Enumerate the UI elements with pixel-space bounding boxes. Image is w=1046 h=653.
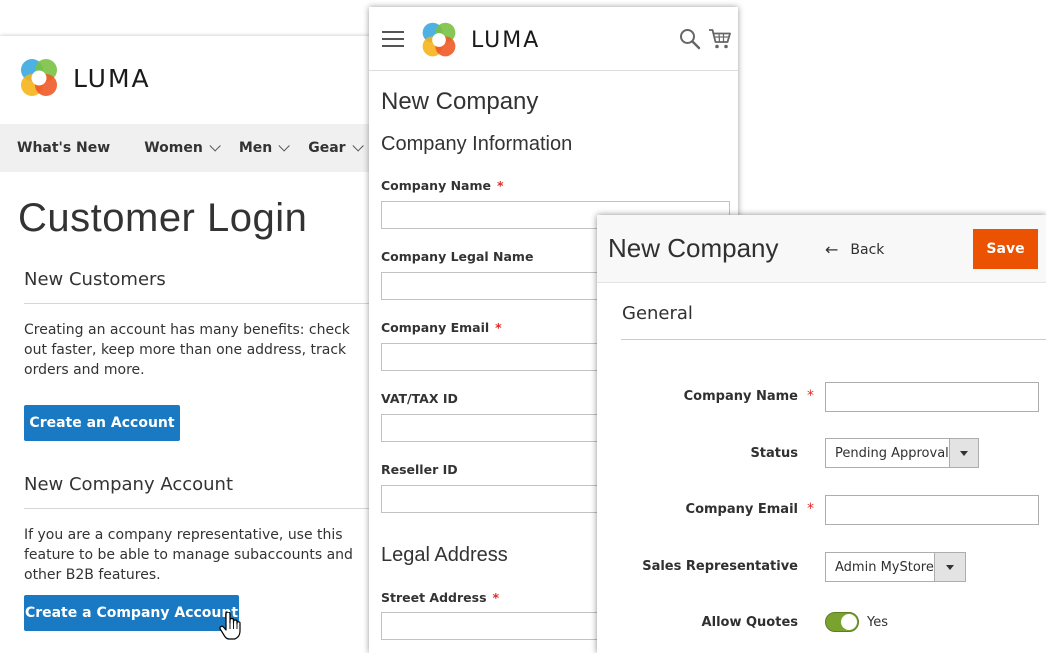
allow-quotes-value: Yes xyxy=(867,615,888,630)
luma-logo-icon xyxy=(21,59,57,96)
page-title: Customer Login xyxy=(18,196,308,240)
page-title: New Company xyxy=(608,233,779,263)
company-name-label: Company Name * xyxy=(381,178,504,193)
luma-logo[interactable]: LUMA xyxy=(17,56,151,100)
sales-representative-label: Sales Representative xyxy=(642,559,798,574)
divider xyxy=(24,508,380,509)
hamburger-icon[interactable] xyxy=(382,31,404,49)
new-customers-title: New Customers xyxy=(24,269,166,290)
company-name-input[interactable] xyxy=(825,382,1039,412)
company-information-title: Company Information xyxy=(381,133,573,155)
label-text: VAT/TAX ID xyxy=(381,391,458,406)
company-email-input[interactable] xyxy=(825,495,1039,525)
status-select[interactable]: Pending Approval xyxy=(825,438,979,468)
label-text: Reseller ID xyxy=(381,462,458,477)
allow-quotes-toggle[interactable] xyxy=(825,612,859,632)
admin-page-header: New Company ← Back Save xyxy=(597,215,1046,283)
logo-text: LUMA xyxy=(73,63,151,93)
required-marker: * xyxy=(492,590,500,605)
required-marker: * xyxy=(807,501,814,517)
divider xyxy=(24,303,380,304)
divider xyxy=(621,339,1046,340)
admin-new-company-panel: New Company ← Back Save General Company … xyxy=(597,215,1046,653)
chevron-down-icon xyxy=(948,439,978,467)
nav-label: Gear xyxy=(308,140,346,156)
label-text: Street Address xyxy=(381,590,487,605)
reseller-id-label: Reseller ID xyxy=(381,462,458,477)
nav-item-gear[interactable]: Gear xyxy=(308,140,364,156)
mobile-header: LUMA xyxy=(369,7,738,71)
chevron-down-icon xyxy=(278,140,290,152)
label-text: Company Legal Name xyxy=(381,249,534,264)
nav-label: Men xyxy=(238,140,273,156)
required-marker: * xyxy=(496,178,504,193)
nav-label: Women xyxy=(144,140,203,156)
status-value: Pending Approval xyxy=(835,445,949,461)
nav-item-men[interactable]: Men xyxy=(238,140,290,156)
create-account-button[interactable]: Create an Account xyxy=(24,405,180,441)
back-label: Back xyxy=(850,241,885,258)
nav-label: What's New xyxy=(17,140,111,156)
create-company-account-button[interactable]: Create a Company Account xyxy=(24,595,239,631)
status-label: Status xyxy=(750,446,798,461)
back-arrow-icon: ← xyxy=(825,240,839,259)
new-customers-text: Creating an account has many benefits: c… xyxy=(24,322,350,378)
sales-representative-select[interactable]: Admin MyStore xyxy=(825,552,966,582)
luma-logo[interactable]: LUMA xyxy=(419,20,540,60)
main-navigation: What's New Women Men Gear xyxy=(0,124,380,172)
company-legal-name-label: Company Legal Name xyxy=(381,249,533,264)
search-icon[interactable] xyxy=(679,28,701,50)
save-button[interactable]: Save xyxy=(973,229,1038,269)
company-email-label: Company Email * xyxy=(381,320,502,335)
nav-item-whats-new[interactable]: What's New xyxy=(17,140,110,156)
logo-text: LUMA xyxy=(471,27,541,53)
hand-pointer-cursor-icon xyxy=(219,612,241,640)
sales-representative-value: Admin MyStore xyxy=(835,559,934,575)
vat-tax-id-label: VAT/TAX ID xyxy=(381,391,458,406)
storefront-login-panel: LUMA What's New Women Men Gear Customer … xyxy=(0,36,380,653)
label-text: Company Name xyxy=(381,178,491,193)
toggle-knob xyxy=(841,614,857,630)
required-marker: * xyxy=(495,320,502,335)
new-company-account-title: New Company Account xyxy=(24,474,234,495)
company-name-label: Company Name xyxy=(683,389,798,404)
new-company-account-text: If you are a company representative, use… xyxy=(24,527,353,583)
chevron-down-icon xyxy=(934,553,965,581)
general-section-title[interactable]: General xyxy=(622,303,693,324)
chevron-down-icon xyxy=(209,140,221,152)
company-email-label: Company Email xyxy=(685,502,798,517)
street-address-label: Street Address * xyxy=(381,590,499,605)
back-button[interactable]: ← Back xyxy=(825,240,884,259)
page-title: New Company xyxy=(381,88,539,115)
allow-quotes-label: Allow Quotes xyxy=(701,615,798,630)
luma-logo-icon xyxy=(422,22,456,57)
chevron-down-icon xyxy=(352,140,364,152)
nav-item-women[interactable]: Women xyxy=(144,140,221,156)
required-marker: * xyxy=(807,388,814,404)
label-text: Company Email xyxy=(381,320,490,335)
cart-icon[interactable] xyxy=(708,28,732,50)
legal-address-title: Legal Address xyxy=(381,544,508,566)
